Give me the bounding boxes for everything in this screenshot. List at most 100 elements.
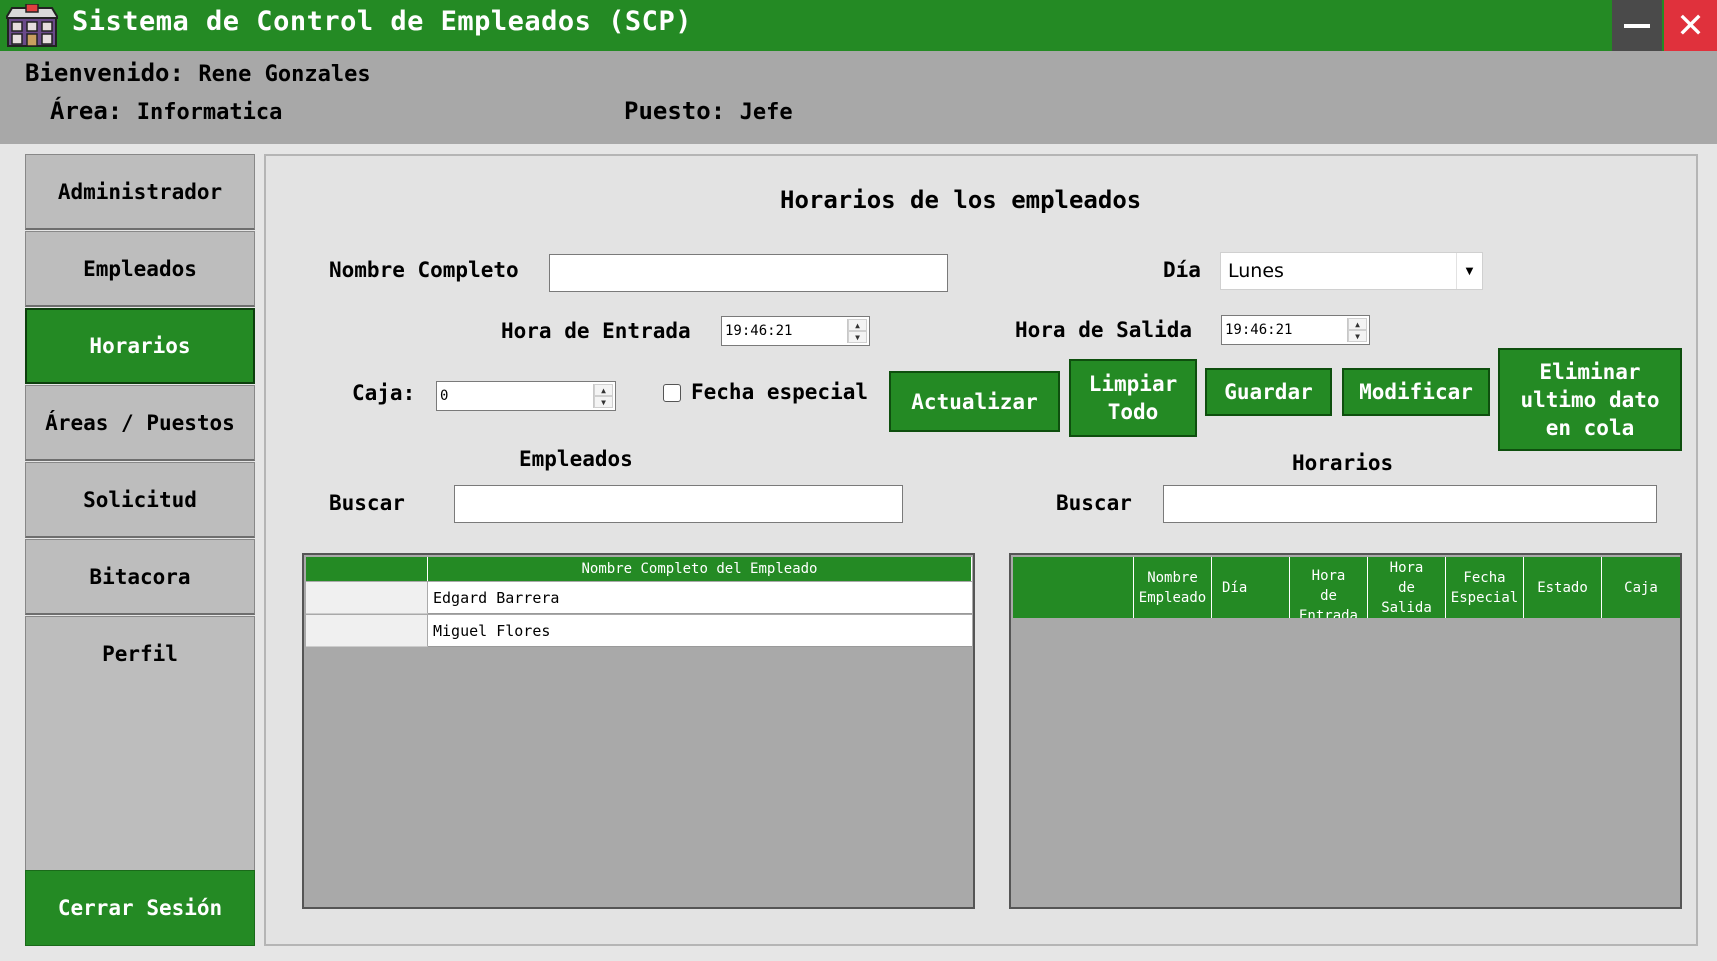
schedules-search-label: Buscar — [1056, 491, 1132, 515]
save-button[interactable]: Guardar — [1205, 368, 1332, 416]
spin-up-icon[interactable]: ▲ — [848, 319, 867, 331]
box-spinner[interactable]: 0 ▲ ▼ — [436, 381, 616, 411]
spin-up-icon[interactable]: ▲ — [594, 384, 613, 396]
col-line: Empleado — [1138, 589, 1207, 606]
user-name: Rene Gonzales — [198, 62, 371, 87]
delete-line3: en cola — [1545, 415, 1635, 440]
spin-down-icon[interactable]: ▼ — [594, 396, 613, 408]
modify-button[interactable]: Modificar — [1342, 368, 1490, 416]
day-select-value: Lunes — [1228, 260, 1284, 282]
sidebar-spacer — [25, 690, 255, 870]
exit-time-spinner[interactable]: 19:46:21 ▲ ▼ — [1221, 315, 1370, 345]
schedules-table-header: Nombre Empleado Día Hora de Entrada Hora… — [1013, 557, 1680, 618]
col-line: de — [1320, 588, 1337, 604]
position-label: Puesto: — [624, 97, 726, 125]
col-line: Fecha — [1463, 569, 1506, 586]
column-exit-time[interactable]: Hora de Salida — [1368, 557, 1446, 618]
employees-table-header: Nombre Completo del Empleado — [306, 557, 972, 581]
column-full-name[interactable]: Nombre Completo del Empleado — [428, 557, 972, 581]
area-line: Área: Informatica — [50, 97, 282, 125]
col-line: Caja — [1624, 579, 1658, 596]
col-line: Día — [1222, 579, 1248, 596]
window-title: Sistema de Control de Empleados (SCP) — [72, 6, 692, 37]
col-line: Estado — [1537, 579, 1588, 596]
col-line: Entrada — [1298, 608, 1358, 618]
schedules-search-input[interactable] — [1163, 485, 1657, 523]
exit-time-label: Hora de Salida — [1015, 318, 1193, 342]
logout-button[interactable]: Cerrar Sesión — [25, 870, 255, 946]
employee-name-cell[interactable]: Miguel Flores — [428, 615, 972, 647]
minimize-icon — [1624, 23, 1650, 28]
clear-all-button[interactable]: Limpiar Todo — [1069, 359, 1197, 437]
sidebar-item-empleados[interactable]: Empleados — [25, 231, 255, 307]
delete-line1: Eliminar — [1539, 359, 1641, 384]
sidebar-item-areas-puestos[interactable]: Áreas / Puestos — [25, 385, 255, 461]
spin-down-icon[interactable]: ▼ — [848, 331, 867, 343]
col-line: Salida — [1381, 599, 1432, 616]
clear-all-line1: Limpiar — [1088, 372, 1178, 396]
chevron-down-icon[interactable]: ▼ — [1456, 253, 1482, 289]
day-label: Día — [1163, 258, 1201, 282]
column-employee-name[interactable]: Nombre Empleado — [1134, 557, 1212, 618]
col-line: Hora — [1389, 559, 1424, 576]
employees-search-label: Buscar — [329, 491, 405, 515]
position-line: Puesto: Jefe — [624, 97, 793, 125]
delete-line2: ultimo dato — [1520, 387, 1660, 412]
area-value: Informatica — [136, 100, 283, 125]
page-title: Horarios de los empleados — [780, 186, 1142, 214]
entry-time-spinner[interactable]: 19:46:21 ▲ ▼ — [721, 316, 870, 346]
row-header-column — [1013, 557, 1134, 618]
sidebar-item-solicitud[interactable]: Solicitud — [25, 462, 255, 538]
clear-all-line2: Todo — [1107, 400, 1159, 424]
row-header[interactable] — [306, 615, 428, 647]
column-day[interactable]: Día — [1212, 557, 1290, 618]
delete-last-queued-button[interactable]: Eliminar ultimo dato en cola — [1498, 348, 1682, 451]
minimize-button[interactable] — [1612, 0, 1662, 51]
sidebar-item-horarios[interactable]: Horarios — [25, 308, 255, 384]
col-line: de — [1398, 579, 1415, 596]
col-line: Nombre — [1147, 569, 1198, 586]
col-line: Especial — [1450, 589, 1519, 606]
area-label: Área: — [50, 97, 123, 125]
close-button[interactable]: ✕ — [1664, 0, 1717, 51]
close-icon: ✕ — [1676, 5, 1705, 46]
employees-table: Nombre Completo del Empleado Edgard Barr… — [302, 553, 975, 909]
welcome-line: Bienvenido: Rene Gonzales — [25, 59, 371, 87]
column-status[interactable]: Estado — [1524, 557, 1602, 618]
column-entry-time[interactable]: Hora de Entrada — [1290, 557, 1368, 618]
employees-search-input[interactable] — [454, 485, 903, 523]
update-button[interactable]: Actualizar — [889, 371, 1060, 432]
spin-up-icon[interactable]: ▲ — [1348, 318, 1367, 330]
position-value: Jefe — [739, 100, 793, 125]
entry-time-value: 19:46:21 — [725, 323, 793, 339]
day-select[interactable]: Lunes ▼ — [1220, 252, 1483, 290]
special-date-label: Fecha especial — [691, 380, 869, 404]
column-box[interactable]: Caja — [1602, 557, 1680, 618]
column-special-date[interactable]: Fecha Especial — [1446, 557, 1524, 618]
sidebar-item-perfil[interactable]: Perfil — [25, 616, 255, 692]
exit-time-stepper[interactable]: ▲ ▼ — [1347, 318, 1367, 342]
box-label: Caja: — [352, 381, 416, 405]
store-icon — [6, 4, 58, 47]
table-row[interactable]: Edgard Barrera — [306, 582, 972, 614]
col-line: Hora — [1311, 568, 1346, 584]
employee-name-cell[interactable]: Edgard Barrera — [428, 582, 972, 614]
sidebar-item-administrador[interactable]: Administrador — [25, 154, 255, 230]
special-date-checkbox[interactable] — [663, 384, 681, 402]
entry-time-stepper[interactable]: ▲ ▼ — [847, 319, 867, 343]
full-name-input[interactable] — [549, 254, 948, 292]
user-info-header: Bienvenido: Rene Gonzales Área: Informat… — [0, 51, 1717, 144]
schedules-table: Nombre Empleado Día Hora de Entrada Hora… — [1009, 553, 1682, 909]
sidebar-item-bitacora[interactable]: Bitacora — [25, 539, 255, 615]
full-name-label: Nombre Completo — [329, 258, 519, 282]
spin-down-icon[interactable]: ▼ — [1348, 330, 1367, 342]
table-row[interactable]: Miguel Flores — [306, 615, 972, 647]
welcome-label: Bienvenido: — [25, 59, 184, 87]
schedules-section-title: Horarios — [1292, 451, 1394, 475]
row-header-column — [306, 557, 428, 581]
entry-time-label: Hora de Entrada — [501, 319, 691, 343]
row-header[interactable] — [306, 582, 428, 614]
box-stepper[interactable]: ▲ ▼ — [593, 384, 613, 408]
exit-time-value: 19:46:21 — [1225, 322, 1293, 338]
box-value: 0 — [440, 388, 449, 404]
